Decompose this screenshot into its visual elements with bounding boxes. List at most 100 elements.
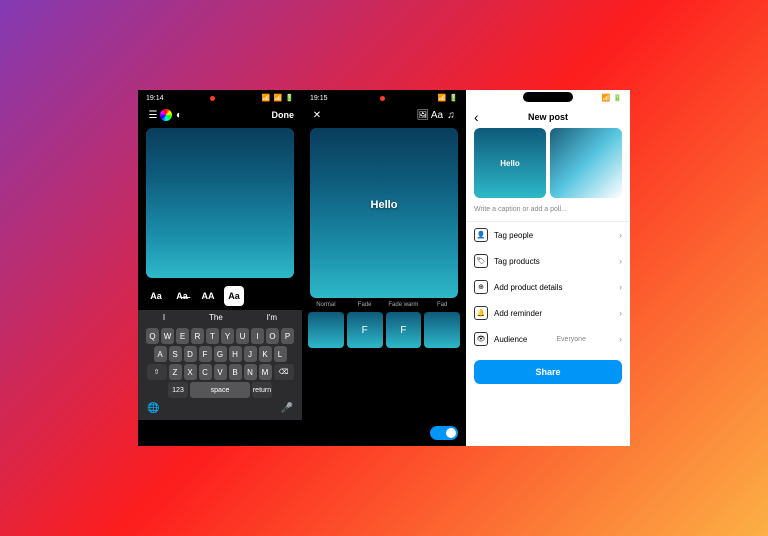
key-p[interactable]: P xyxy=(281,328,294,344)
post-thumbnails: Hello xyxy=(466,128,630,198)
share-button[interactable]: Share xyxy=(474,360,622,384)
key-f[interactable]: F xyxy=(199,346,212,362)
key-t[interactable]: T xyxy=(206,328,219,344)
key-s[interactable]: S xyxy=(169,346,182,362)
key-x[interactable]: X xyxy=(184,364,197,380)
option-label: Tag people xyxy=(494,231,533,240)
back-icon[interactable]: ‹ xyxy=(474,109,479,125)
keyboard-row-1: QWERTYUIOP xyxy=(141,328,299,344)
option-icon: 🏷 xyxy=(474,254,488,268)
filter-thumb-4[interactable] xyxy=(424,312,460,348)
font-selector: Aa A̶a̶ AA Aa xyxy=(138,282,302,310)
battery-icon: 🔋 xyxy=(449,94,458,102)
filter-thumbnails: F F xyxy=(302,308,466,352)
suggestion-1[interactable]: I xyxy=(163,313,165,322)
align-icon[interactable]: ☰ xyxy=(146,108,160,122)
status-time: 19:14 xyxy=(146,95,164,102)
thumb-text: Hello xyxy=(500,159,520,168)
keyboard-row-3: ⇧ZXCVBNM⌫ xyxy=(141,364,299,380)
option-icon: 👁 xyxy=(474,332,488,346)
filter-label-4[interactable]: Fad xyxy=(424,302,460,308)
key-e[interactable]: E xyxy=(176,328,189,344)
option-add-product-details[interactable]: ⊕Add product details› xyxy=(466,274,630,300)
status-time: 19:15 xyxy=(310,95,328,102)
key-c[interactable]: C xyxy=(199,364,212,380)
suggestion-2[interactable]: The xyxy=(209,313,223,322)
filter-label-fadewarm[interactable]: Fade warm xyxy=(386,302,422,308)
music-icon[interactable]: ♫ xyxy=(444,108,458,122)
key-o[interactable]: O xyxy=(266,328,279,344)
toggle-knob xyxy=(446,428,456,438)
recording-indicator xyxy=(210,96,215,101)
key-123[interactable]: 123 xyxy=(168,382,188,398)
key-space[interactable]: space xyxy=(190,382,250,398)
post-thumb-2[interactable] xyxy=(550,128,622,198)
status-icons: 📶 🔋 xyxy=(602,94,622,102)
image-preview[interactable]: Hello xyxy=(310,128,458,298)
caption-input[interactable]: Write a caption or add a poll... xyxy=(466,198,630,222)
key-i[interactable]: I xyxy=(251,328,264,344)
recording-indicator xyxy=(380,96,385,101)
keyboard-row-4: 123 space return xyxy=(141,382,299,398)
key-shift[interactable]: ⇧ xyxy=(147,364,167,380)
key-v[interactable]: V xyxy=(214,364,227,380)
key-z[interactable]: Z xyxy=(169,364,182,380)
key-delete[interactable]: ⌫ xyxy=(274,364,294,380)
post-thumb-1[interactable]: Hello xyxy=(474,128,546,198)
option-audience[interactable]: 👁AudienceEveryone› xyxy=(466,326,630,352)
filter-label-fade[interactable]: Fade xyxy=(347,302,383,308)
toggle-switch[interactable] xyxy=(430,426,458,440)
keyboard-suggestions: I The I'm xyxy=(138,310,302,325)
effect-icon[interactable]: ◐ xyxy=(172,108,186,122)
chevron-right-icon: › xyxy=(619,230,622,240)
key-j[interactable]: J xyxy=(244,346,257,362)
font-option-3[interactable]: AA xyxy=(198,286,218,306)
key-q[interactable]: Q xyxy=(146,328,159,344)
option-tag-products[interactable]: 🏷Tag products› xyxy=(466,248,630,274)
key-a[interactable]: A xyxy=(154,346,167,362)
key-h[interactable]: H xyxy=(229,346,242,362)
filter-thumb-normal[interactable] xyxy=(308,312,344,348)
globe-icon[interactable]: 🌐 xyxy=(147,403,159,414)
key-b[interactable]: B xyxy=(229,364,242,380)
chevron-right-icon: › xyxy=(619,308,622,318)
status-bar: 19:15 📶 🔋 xyxy=(302,90,466,106)
mic-icon[interactable]: 🎤 xyxy=(281,403,293,414)
key-w[interactable]: W xyxy=(161,328,174,344)
image-preview[interactable] xyxy=(146,128,294,278)
signal-icon: 📶 xyxy=(262,94,271,102)
post-options: 👤Tag people›🏷Tag products›⊕Add product d… xyxy=(466,222,630,352)
filter-label-normal[interactable]: Normal xyxy=(308,302,344,308)
signal-icon: 📶 xyxy=(602,94,611,102)
key-r[interactable]: R xyxy=(191,328,204,344)
close-icon[interactable]: ✕ xyxy=(310,108,324,122)
text-icon[interactable]: Aa xyxy=(430,108,444,122)
filter-thumb-fadewarm[interactable]: F xyxy=(386,312,422,348)
key-n[interactable]: N xyxy=(244,364,257,380)
key-g[interactable]: G xyxy=(214,346,227,362)
key-y[interactable]: Y xyxy=(221,328,234,344)
key-k[interactable]: K xyxy=(259,346,272,362)
keyboard: QWERTYUIOP ASDFGHJKL ⇧ZXCVBNM⌫ 123 space… xyxy=(138,325,302,420)
option-tag-people[interactable]: 👤 Tag people › xyxy=(466,222,630,248)
key-u[interactable]: U xyxy=(236,328,249,344)
battery-icon: 🔋 xyxy=(285,94,294,102)
font-option-4[interactable]: Aa xyxy=(224,286,244,306)
option-label: Add product details xyxy=(494,283,563,292)
chevron-right-icon: › xyxy=(619,256,622,266)
option-icon: 👤 xyxy=(474,228,488,242)
key-d[interactable]: D xyxy=(184,346,197,362)
phone-filter: 19:15 📶 🔋 ✕ 🖼 Aa ♫ Hello Normal Fade Fad… xyxy=(302,90,466,446)
color-picker-icon[interactable] xyxy=(160,109,172,121)
image-icon[interactable]: 🖼 xyxy=(416,108,430,122)
option-add-reminder[interactable]: 🔔Add reminder› xyxy=(466,300,630,326)
done-button[interactable]: Done xyxy=(272,110,295,120)
font-option-1[interactable]: Aa xyxy=(146,286,166,306)
filter-thumb-fade[interactable]: F xyxy=(347,312,383,348)
key-l[interactable]: L xyxy=(274,346,287,362)
key-return[interactable]: return xyxy=(252,382,272,398)
font-option-2[interactable]: A̶a̶ xyxy=(172,286,192,306)
suggestion-3[interactable]: I'm xyxy=(267,313,277,322)
key-m[interactable]: M xyxy=(259,364,272,380)
status-bar: 19:14 📶 📶 🔋 xyxy=(138,90,302,106)
